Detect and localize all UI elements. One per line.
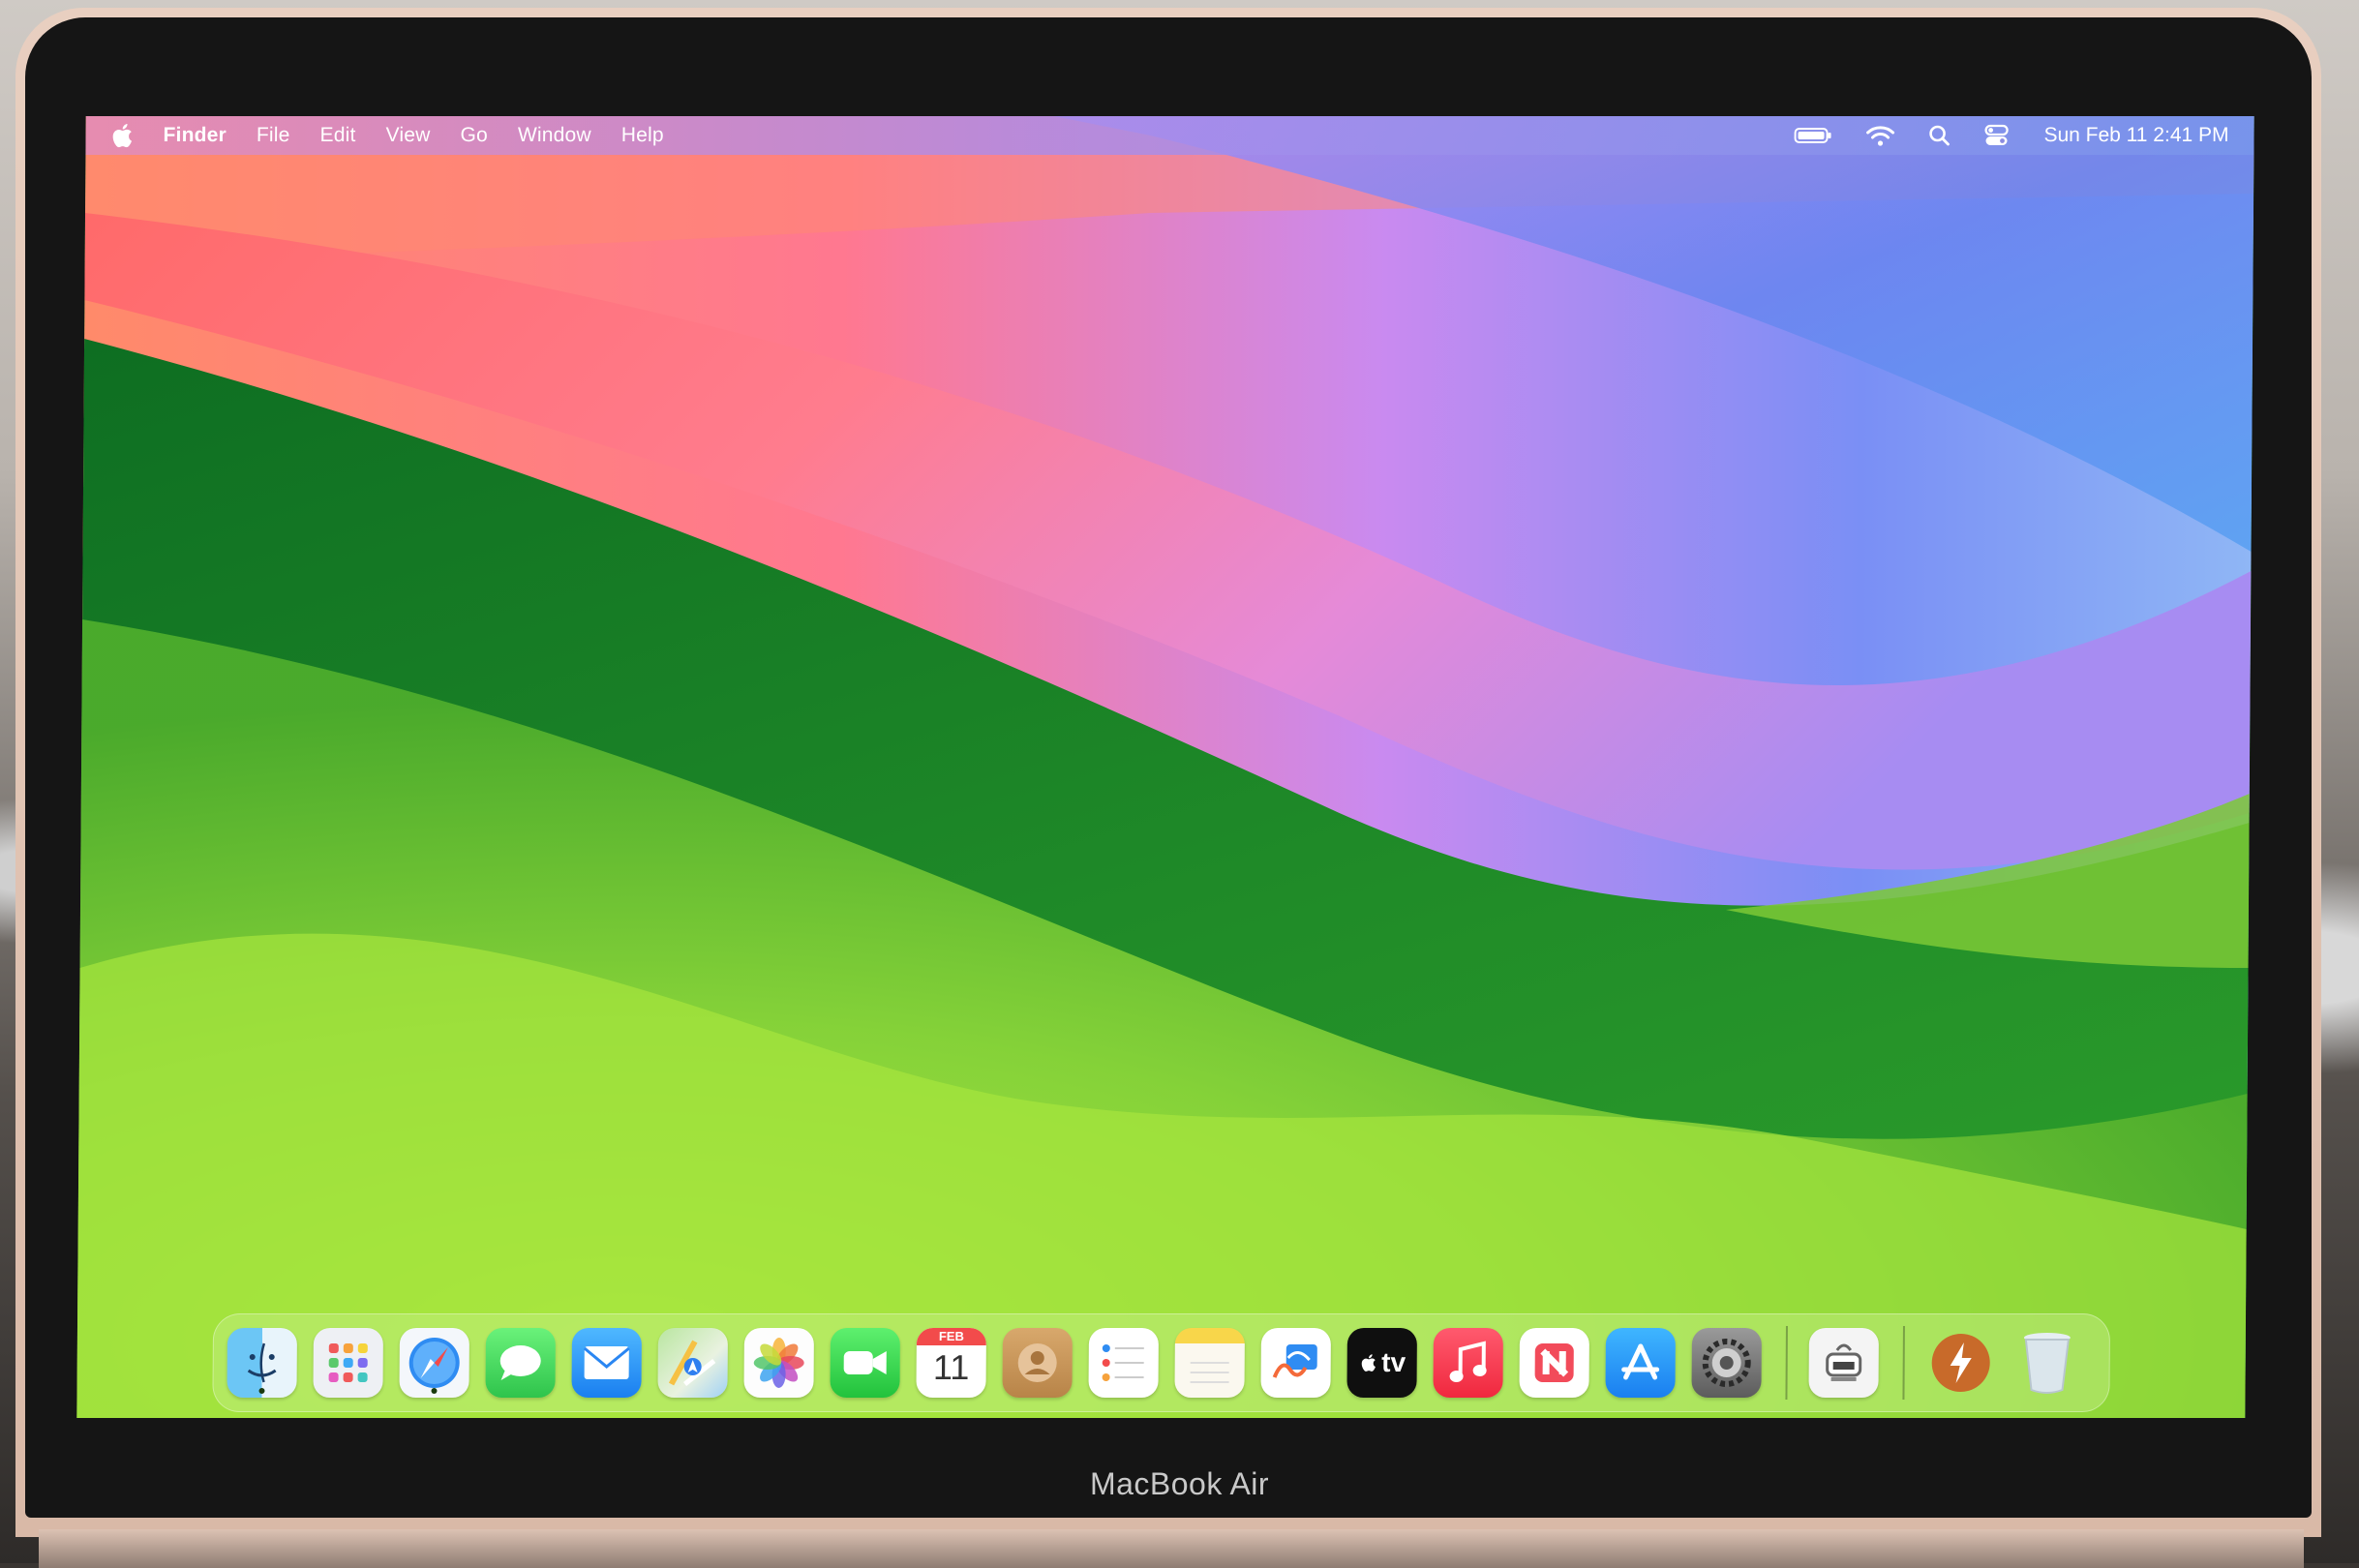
calendar-month: FEB: [916, 1328, 986, 1345]
freeform-icon[interactable]: [1260, 1328, 1331, 1398]
menu-window[interactable]: Window: [518, 124, 591, 147]
calendar-icon[interactable]: FEB 11: [916, 1328, 986, 1398]
menu-help[interactable]: Help: [621, 124, 664, 147]
menu-bar: Finder File Edit View Go Window Help Sun…: [85, 116, 2254, 155]
system-settings-icon[interactable]: [1691, 1328, 1762, 1398]
calendar-day: 11: [932, 1347, 970, 1387]
menu-app-finder[interactable]: Finder: [163, 124, 227, 147]
menu-view[interactable]: View: [385, 124, 430, 147]
menu-edit[interactable]: Edit: [319, 124, 355, 147]
battery-icon[interactable]: [1794, 126, 1832, 145]
messages-icon[interactable]: [485, 1328, 556, 1398]
apple-tv-label: tv: [1381, 1347, 1406, 1377]
mail-icon[interactable]: [571, 1328, 642, 1398]
menu-file[interactable]: File: [257, 124, 290, 147]
music-icon[interactable]: [1433, 1328, 1503, 1398]
dock-separator: [1902, 1326, 1905, 1400]
spotlight-search-icon[interactable]: [1927, 124, 1951, 147]
dock: FEB 11 tv: [212, 1313, 2111, 1412]
trash-icon[interactable]: [2011, 1328, 2082, 1398]
desktop-screen: Finder File Edit View Go Window Help Sun…: [76, 116, 2254, 1418]
wifi-icon[interactable]: [1865, 125, 1895, 146]
control-center-icon[interactable]: [1983, 124, 2009, 147]
finder-icon[interactable]: [227, 1328, 297, 1398]
apple-menu-icon[interactable]: [108, 121, 137, 150]
menu-go[interactable]: Go: [460, 124, 488, 147]
menu-bar-clock[interactable]: Sun Feb 11 2:41 PM: [2043, 124, 2228, 147]
maps-icon[interactable]: [657, 1328, 728, 1398]
launchpad-icon[interactable]: [313, 1328, 383, 1398]
device-brand-label: MacBook Air: [1089, 1466, 1270, 1501]
dock-separator: [1785, 1326, 1788, 1400]
apple-tv-icon[interactable]: tv: [1346, 1328, 1417, 1398]
app-store-icon[interactable]: [1605, 1328, 1676, 1398]
facetime-icon[interactable]: [830, 1328, 900, 1398]
reminders-icon[interactable]: [1088, 1328, 1159, 1398]
quick-launch-icon[interactable]: [1925, 1328, 1996, 1398]
running-indicator: [431, 1388, 438, 1394]
photos-icon[interactable]: [743, 1328, 814, 1398]
news-icon[interactable]: [1519, 1328, 1589, 1398]
notes-icon[interactable]: [1174, 1328, 1245, 1398]
running-indicator: [258, 1388, 265, 1394]
system-information-icon[interactable]: [1808, 1328, 1879, 1398]
laptop-hinge: [39, 1529, 2304, 1568]
desktop-wallpaper: [76, 116, 2254, 1418]
safari-icon[interactable]: [399, 1328, 469, 1398]
contacts-icon[interactable]: [1002, 1328, 1073, 1398]
